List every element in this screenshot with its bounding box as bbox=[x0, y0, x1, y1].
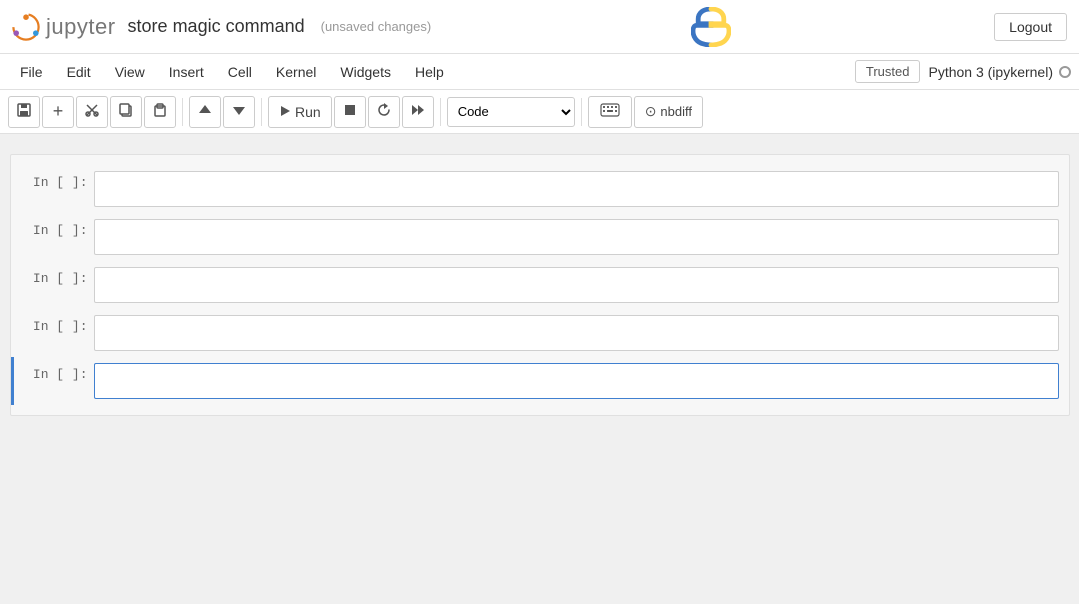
separator-2 bbox=[261, 98, 262, 126]
fast-forward-button[interactable] bbox=[402, 96, 434, 128]
toolbar: + Run bbox=[0, 90, 1079, 134]
notebook-inner: In [ ]: In [ ]: In [ ]: In [ ]: In [ ]: bbox=[10, 154, 1070, 416]
cell-row-2: In [ ]: bbox=[11, 213, 1069, 261]
menu-insert[interactable]: Insert bbox=[157, 60, 216, 84]
plus-icon: + bbox=[53, 101, 64, 122]
logo-area: jupyter bbox=[12, 13, 116, 41]
stop-button[interactable] bbox=[334, 96, 366, 128]
cell-input-5[interactable] bbox=[94, 363, 1059, 399]
restart-button[interactable] bbox=[368, 96, 400, 128]
menu-view[interactable]: View bbox=[103, 60, 157, 84]
copy-button[interactable] bbox=[110, 96, 142, 128]
add-cell-button[interactable]: + bbox=[42, 96, 74, 128]
cell-row-4: In [ ]: bbox=[11, 309, 1069, 357]
notebook-container: In [ ]: In [ ]: In [ ]: In [ ]: In [ ]: bbox=[0, 134, 1079, 604]
kernel-name-label: Python 3 (ipykernel) bbox=[928, 64, 1053, 80]
unsaved-indicator: (unsaved changes) bbox=[321, 19, 432, 34]
restart-icon bbox=[376, 102, 392, 122]
cell-input-3[interactable] bbox=[94, 267, 1059, 303]
trusted-badge[interactable]: Trusted bbox=[855, 60, 921, 83]
arrow-up-icon bbox=[198, 103, 212, 121]
copy-icon bbox=[118, 102, 134, 122]
menu-file[interactable]: File bbox=[8, 60, 55, 84]
nbdiff-button[interactable]: ⊙ nbdiff bbox=[634, 96, 703, 128]
cell-label-4: In [ ]: bbox=[14, 311, 94, 342]
kernel-status-circle bbox=[1059, 66, 1071, 78]
cut-icon bbox=[84, 102, 100, 122]
kernel-info: Python 3 (ipykernel) bbox=[928, 64, 1071, 80]
menu-edit[interactable]: Edit bbox=[55, 60, 103, 84]
cell-label-1: In [ ]: bbox=[14, 167, 94, 198]
jupyter-wordmark: jupyter bbox=[46, 14, 116, 40]
cell-label-5: In [ ]: bbox=[14, 359, 94, 390]
cell-label-3: In [ ]: bbox=[14, 263, 94, 294]
stop-icon bbox=[344, 103, 356, 120]
separator-1 bbox=[182, 98, 183, 126]
cell-row-5: In [ ]: bbox=[11, 357, 1069, 405]
cell-type-select[interactable]: Code Markdown Raw NBConvert Heading bbox=[447, 97, 575, 127]
cell-input-4[interactable] bbox=[94, 315, 1059, 351]
python-logo-icon bbox=[691, 7, 731, 47]
menubar: File Edit View Insert Cell Kernel Widget… bbox=[0, 54, 1079, 90]
run-triangle-icon bbox=[279, 104, 291, 120]
logout-button[interactable]: Logout bbox=[994, 13, 1067, 41]
menu-cell[interactable]: Cell bbox=[216, 60, 264, 84]
keyboard-icon bbox=[600, 103, 620, 120]
cell-label-2: In [ ]: bbox=[14, 215, 94, 246]
run-button[interactable]: Run bbox=[268, 96, 332, 128]
cell-row-3: In [ ]: bbox=[11, 261, 1069, 309]
nbdiff-label: nbdiff bbox=[660, 104, 692, 119]
separator-4 bbox=[581, 98, 582, 126]
clock-icon: ⊙ bbox=[645, 103, 657, 120]
fast-forward-icon bbox=[410, 102, 426, 122]
keyboard-shortcuts-button[interactable] bbox=[588, 96, 632, 128]
paste-button[interactable] bbox=[144, 96, 176, 128]
cell-input-2[interactable] bbox=[94, 219, 1059, 255]
menu-widgets[interactable]: Widgets bbox=[328, 60, 403, 84]
save-icon bbox=[16, 102, 32, 122]
notebook-title[interactable]: store magic command bbox=[128, 16, 305, 37]
move-down-button[interactable] bbox=[223, 96, 255, 128]
save-button[interactable] bbox=[8, 96, 40, 128]
jupyter-logo-icon bbox=[12, 13, 40, 41]
cell-row-1: In [ ]: bbox=[11, 165, 1069, 213]
paste-icon bbox=[152, 102, 168, 122]
run-label: Run bbox=[295, 104, 321, 120]
header: jupyter store magic command (unsaved cha… bbox=[0, 0, 1079, 54]
move-up-button[interactable] bbox=[189, 96, 221, 128]
arrow-down-icon bbox=[232, 103, 246, 121]
separator-3 bbox=[440, 98, 441, 126]
cell-input-1[interactable] bbox=[94, 171, 1059, 207]
menu-kernel[interactable]: Kernel bbox=[264, 60, 328, 84]
menu-help[interactable]: Help bbox=[403, 60, 456, 84]
cut-button[interactable] bbox=[76, 96, 108, 128]
